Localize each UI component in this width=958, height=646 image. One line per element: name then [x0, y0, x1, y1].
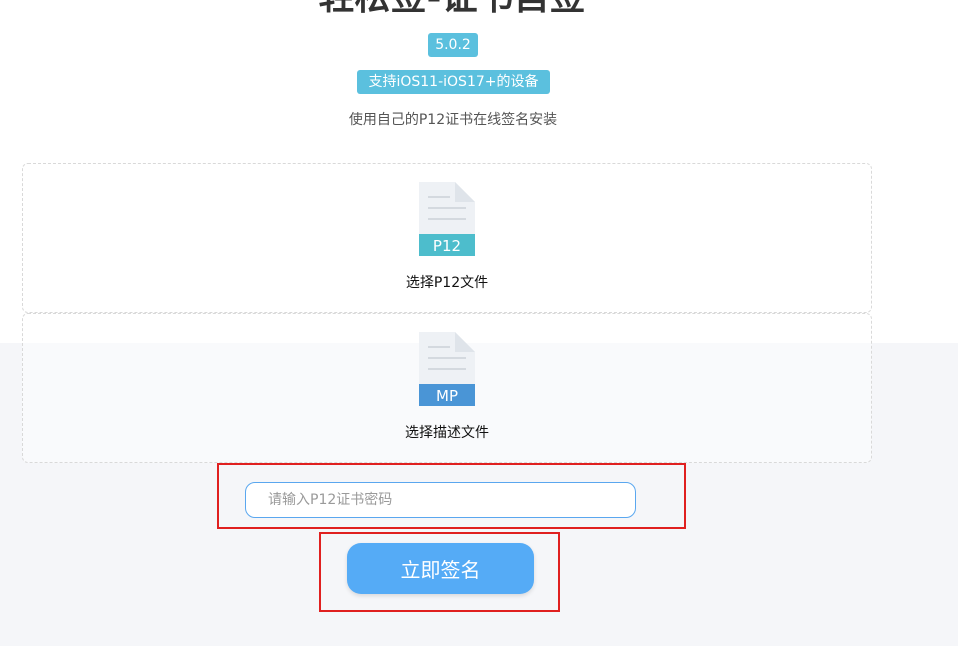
mp-icon-text: MP	[436, 387, 458, 405]
mp-file-icon: MP	[419, 332, 475, 406]
support-badge: 支持iOS11-iOS17+的设备	[357, 70, 550, 94]
mobileprovision-upload-area[interactable]: MP 选择描述文件	[22, 313, 872, 463]
sign-now-button[interactable]: 立即签名	[347, 543, 534, 594]
page-subtitle: 使用自己的P12证书在线签名安装	[348, 112, 558, 128]
p12-upload-area[interactable]: P12 选择P12文件	[22, 163, 872, 313]
p12-icon-text: P12	[433, 237, 461, 255]
page-title: 轻松签-证书自签	[0, 0, 904, 18]
p12-password-input[interactable]	[245, 482, 636, 518]
p12-upload-label: 选择P12文件	[405, 275, 489, 291]
p12-file-icon: P12	[419, 182, 475, 256]
mobileprovision-upload-label: 选择描述文件	[405, 425, 489, 441]
version-badge: 5.0.2	[428, 33, 478, 57]
